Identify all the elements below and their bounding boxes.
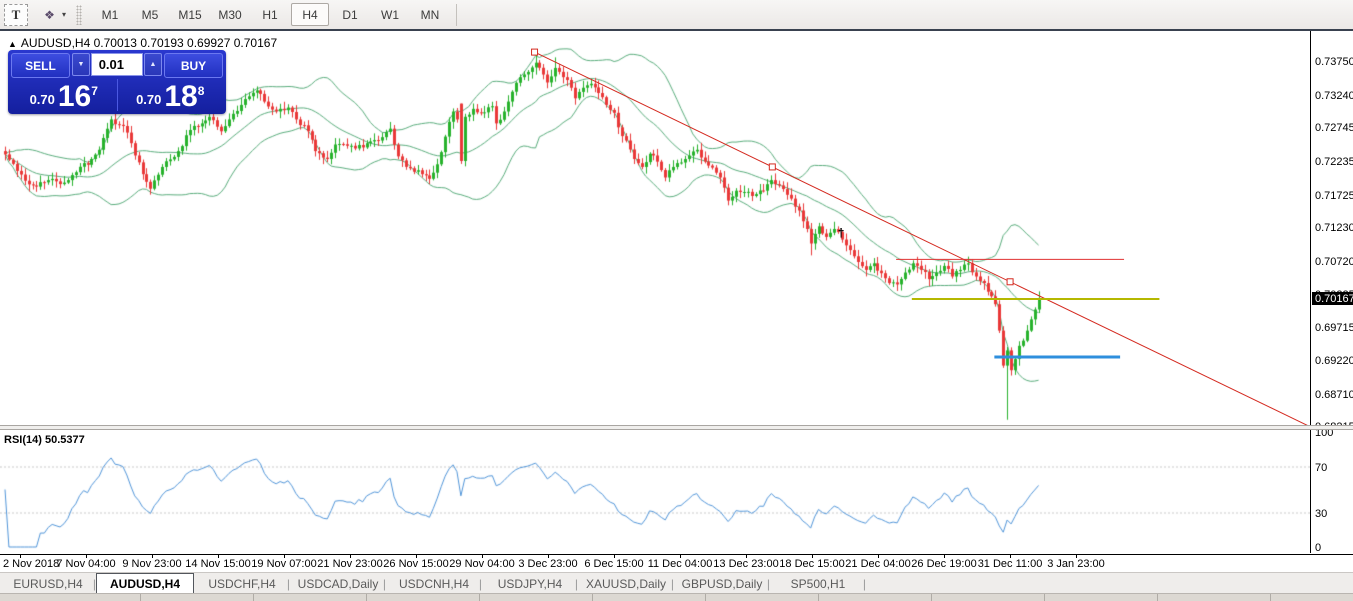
time-axis-label: 29 Nov 04:00 (449, 558, 514, 570)
dagger-marker[interactable]: † (838, 226, 845, 240)
timeframe-button-m15[interactable]: M15 (171, 3, 209, 26)
time-axis-label: 11 Dec 04:00 (648, 558, 713, 570)
rsi-axis-label: 70 (1315, 462, 1327, 474)
rsi-axis-label: 0 (1315, 542, 1321, 554)
volume-increase-button[interactable]: ▲ (144, 53, 162, 76)
time-axis-label: 26 Dec 19:00 (911, 558, 976, 570)
chart-tab-eurusd[interactable]: EURUSD,H4| (0, 573, 96, 594)
chart-title: ▲ AUDUSD,H4 0.70013 0.70193 0.69927 0.701… (8, 36, 277, 50)
price-axis-label: 0.71230 (1315, 222, 1353, 234)
chart-tab-bar: EURUSD,H4|AUDUSD,H4USDCHF,H4|USDCAD,Dail… (0, 572, 1353, 594)
price-axis-label: 0.73240 (1315, 90, 1353, 102)
chart-tab-usdjpy[interactable]: USDJPY,H4| (482, 573, 578, 594)
symbol-triangle-icon: ▲ (8, 39, 17, 49)
scroll-strip-tick (818, 594, 819, 601)
timeframe-buttons: M1M5M15M30H1H4D1W1MN (90, 3, 450, 26)
timeframe-button-m1[interactable]: M1 (91, 3, 129, 26)
panel-splitter[interactable] (0, 425, 1353, 430)
price-axis[interactable]: 0.73750 0.73240 0.72745 0.72235 0.71725 0.712… (1310, 31, 1353, 553)
price-axis-label: 0.69220 (1315, 355, 1353, 367)
price-axis-label: 0.68710 (1315, 389, 1353, 401)
current-price-box: 0.70167 (1312, 292, 1353, 305)
time-axis-label: 3 Jan 23:00 (1047, 558, 1105, 570)
trendline-handle[interactable] (532, 49, 538, 55)
chart-tab-audusd[interactable]: AUDUSD,H4 (96, 573, 194, 594)
sell-price-main: 16 (58, 84, 91, 110)
scroll-strip-tick (253, 594, 254, 601)
time-axis[interactable]: 2 Nov 20187 Nov 04:00 9 Nov 23:00 14 Nov 1… (0, 554, 1353, 573)
price-axis-label: 0.73750 (1315, 56, 1353, 68)
price-axis-label: 0.70720 (1315, 256, 1353, 268)
trendline-handle[interactable] (769, 164, 775, 170)
chart-tab-usdchf[interactable]: USDCHF,H4| (194, 573, 290, 594)
buy-price-tile[interactable]: 0.70 18 8 (118, 79, 224, 111)
rsi-indicator-label: RSI(14) 50.5377 (4, 434, 85, 446)
scroll-strip-tick (592, 594, 593, 601)
arrows-dropdown-caret[interactable]: ▾ (62, 10, 66, 19)
buy-price-prefix: 0.70 (136, 92, 161, 107)
chart-title-text: AUDUSD,H4 0.70013 0.70193 0.69927 0.7016… (21, 36, 277, 50)
chart-tab-usdcnh[interactable]: USDCNH,H4| (386, 573, 482, 594)
sell-price-prefix: 0.70 (30, 92, 55, 107)
chart-tab-usdcad[interactable]: USDCAD,Daily| (290, 573, 386, 594)
scroll-strip-tick (140, 594, 141, 601)
toolbar: T ❖ ▾ M1M5M15M30H1H4D1W1MN (0, 0, 1353, 30)
sell-price-tile[interactable]: 0.70 16 7 (11, 79, 118, 111)
chart-region: † ▲ AUDUSD,H4 0.70013 0.70193 0.69927 0.7… (0, 31, 1353, 601)
price-axis-label: 0.71725 (1315, 190, 1353, 202)
timeframe-button-m5[interactable]: M5 (131, 3, 169, 26)
scroll-strip-tick (705, 594, 706, 601)
toolbar-grip[interactable] (76, 5, 82, 25)
price-axis-label: 0.72235 (1315, 156, 1353, 168)
time-axis-label: 14 Nov 15:00 (185, 558, 250, 570)
timeframe-button-h4[interactable]: H4 (291, 3, 329, 26)
mt4-window: T ❖ ▾ M1M5M15M30H1H4D1W1MN † ▲ AUDUSD,H4 … (0, 0, 1353, 601)
time-axis-label: 26 Nov 15:00 (383, 558, 448, 570)
tab-scroll-strip[interactable] (0, 593, 1353, 601)
timeframe-button-w1[interactable]: W1 (371, 3, 409, 26)
scroll-strip-tick (366, 594, 367, 601)
price-axis-label: 0.69715 (1315, 322, 1353, 334)
scroll-strip-tick (1157, 594, 1158, 601)
time-axis-label: 2 Nov 2018 (3, 558, 59, 570)
time-axis-label: 3 Dec 23:00 (518, 558, 577, 570)
volume-input[interactable]: 0.01 (91, 53, 143, 76)
time-axis-label: 19 Nov 07:00 (251, 558, 316, 570)
chart-tab-xauusd[interactable]: XAUUSD,Daily| (578, 573, 674, 594)
descending-trendline[interactable] (535, 52, 1310, 427)
sell-button[interactable]: SELL (11, 53, 70, 78)
scroll-strip-tick (479, 594, 480, 601)
volume-decrease-button[interactable]: ▼ (72, 53, 90, 76)
chart-tab-sp500[interactable]: SP500,H1| (770, 573, 866, 594)
time-axis-label: 6 Dec 15:00 (584, 558, 643, 570)
sell-price-pipette: 7 (91, 84, 98, 98)
scroll-strip-tick (1270, 594, 1271, 601)
scroll-strip-tick (931, 594, 932, 601)
arrows-tool-icon[interactable]: ❖ (38, 5, 60, 25)
buy-price-pipette: 8 (198, 84, 205, 98)
text-tool-icon[interactable]: T (4, 4, 28, 26)
timeframe-button-mn[interactable]: MN (411, 3, 449, 26)
time-axis-label: 9 Nov 23:00 (122, 558, 181, 570)
time-axis-label: 31 Dec 11:00 (978, 558, 1043, 570)
time-axis-label: 18 Dec 15:00 (779, 558, 844, 570)
toolbar-separator (456, 4, 457, 26)
scroll-strip-tick (1044, 594, 1045, 601)
one-click-trade-panel: SELL ▼ 0.01 ▲ BUY 0.70 16 7 0.70 18 8 (8, 50, 226, 114)
buy-price-main: 18 (164, 84, 197, 110)
time-axis-label: 7 Nov 04:00 (56, 558, 115, 570)
time-axis-label: 13 Dec 23:00 (713, 558, 778, 570)
chart-tab-gbpusd[interactable]: GBPUSD,Daily| (674, 573, 770, 594)
price-axis-label: 0.72745 (1315, 122, 1353, 134)
rsi-axis-label: 30 (1315, 508, 1327, 520)
tab-separator: | (863, 577, 866, 591)
trendline-handle[interactable] (1007, 279, 1013, 285)
time-axis-label: 21 Dec 04:00 (845, 558, 910, 570)
time-axis-label: 21 Nov 23:00 (317, 558, 382, 570)
buy-button[interactable]: BUY (164, 53, 223, 78)
timeframe-button-h1[interactable]: H1 (251, 3, 289, 26)
timeframe-button-m30[interactable]: M30 (211, 3, 249, 26)
timeframe-button-d1[interactable]: D1 (331, 3, 369, 26)
